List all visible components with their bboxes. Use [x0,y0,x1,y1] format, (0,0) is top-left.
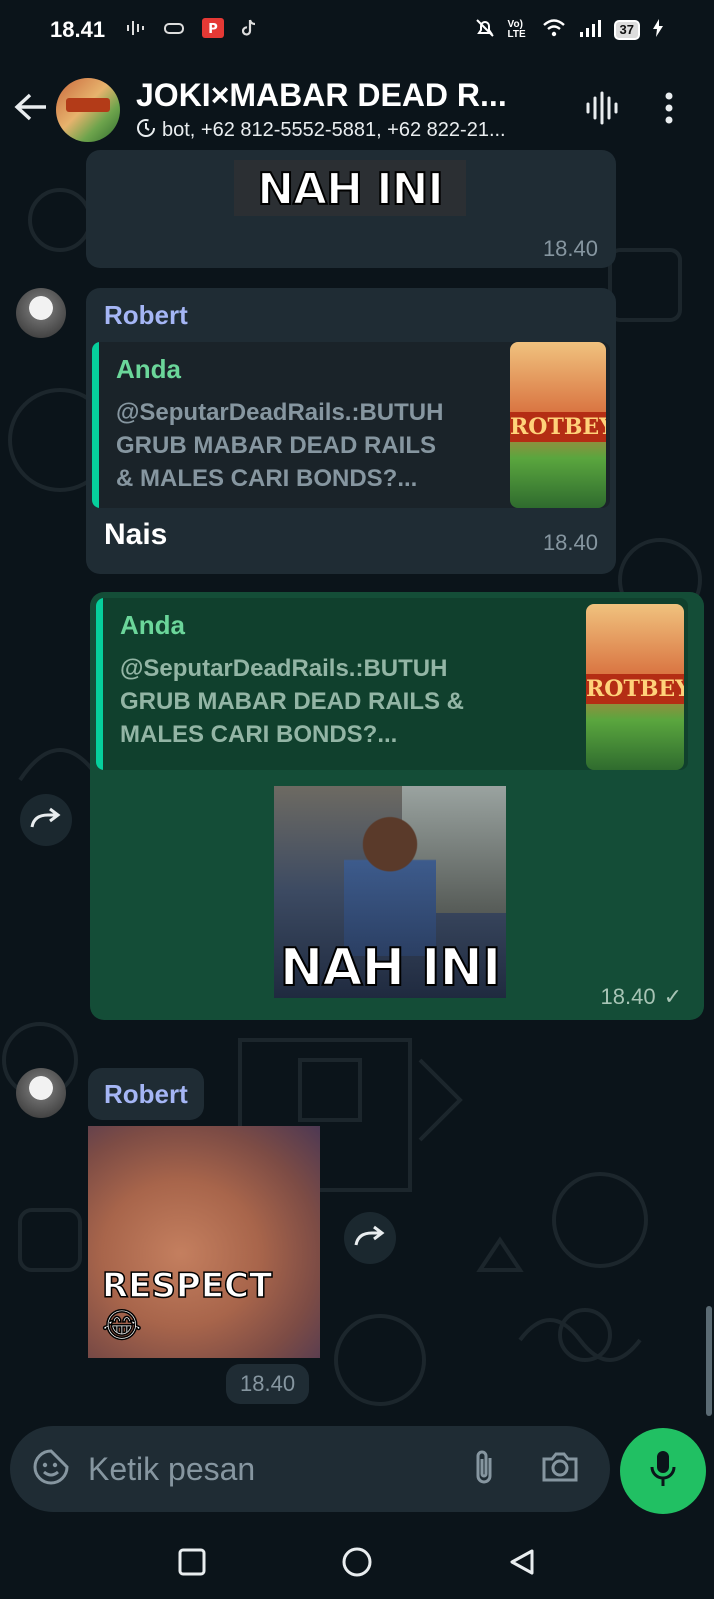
sticker-image[interactable]: RESPECT 😂 [88,1126,320,1358]
message-bubble-incoming[interactable]: NAH INI 18.40 [86,150,616,268]
quoted-message[interactable]: Anda @SeputarDeadRails.:BUTUH GRUB MABAR… [96,598,688,770]
voice-chat-icon[interactable] [584,90,620,131]
quoted-text-line: @SeputarDeadRails.:BUTUH [116,399,444,426]
sender-name: Robert [104,1078,188,1109]
message-time: 18.40 [542,530,598,555]
home-icon[interactable] [340,1545,374,1584]
audio-wave-icon [125,18,147,43]
quoted-text-line: MALES CARI BONDS?... [120,721,398,748]
more-options-icon[interactable] [664,92,674,129]
message-input[interactable] [88,1450,418,1488]
sticker-emoji-icon[interactable] [32,1448,70,1491]
camera-icon[interactable] [540,1450,580,1489]
message-bubble-incoming[interactable]: Robert Anda @SeputarDeadRails.:BUTUH GRU… [86,288,616,574]
thumbnail-title: ROTBEY [586,674,684,704]
svg-text:P: P [208,22,218,37]
chat-title: JOKI×MABAR DEAD R... [136,76,507,113]
quoted-message[interactable]: Anda @SeputarDeadRails.:BUTUH GRUB MABAR… [92,342,610,508]
volte-icon: Vo) LTE [507,19,526,40]
disappearing-timer-icon [136,118,156,144]
quoted-thumbnail: ROTBEY [510,342,606,508]
microphone-icon [648,1449,678,1494]
quoted-thumbnail: ROTBEY [586,604,684,770]
message-text: Nais [104,518,168,551]
charging-icon [652,18,664,43]
sender-name: Robert [104,300,188,330]
message-time: 18.40 [240,1371,296,1396]
chat-participants: bot, +62 812-5552-5881, +62 822-21... [162,119,506,141]
sender-avatar[interactable] [16,288,66,338]
app-notification-icon: P [201,17,225,44]
sender-name-pill: Robert [88,1068,204,1120]
signal-icon [578,18,602,43]
message-time-pill: 18.40 [226,1364,310,1404]
recent-apps-icon[interactable] [177,1547,207,1582]
message-composer [10,1426,610,1512]
wifi-icon [542,18,566,43]
quoted-sender: Anda [120,610,185,640]
battery-indicator: 37 [613,20,640,40]
message-time: 18.40 [600,984,656,1009]
sticker-caption: NAH INI [256,163,445,216]
quoted-text-line: & MALES CARI BONDS?... [116,465,418,492]
message-bubble-outgoing[interactable]: Anda @SeputarDeadRails.:BUTUH GRUB MABAR… [90,592,704,1020]
thumbnail-title: ROTBEY [510,412,606,442]
status-time: 18.41 [50,17,106,42]
forward-button[interactable] [344,1212,396,1264]
message-time: 18.40 [542,236,598,261]
voice-record-button[interactable] [620,1428,706,1514]
chat-header: JOKI×MABAR DEAD R... bot, +62 812-5552-5… [0,60,714,160]
gamepad-icon [163,20,185,41]
scrollbar-thumb[interactable] [706,1306,712,1416]
sticker-image[interactable]: NAH INI [234,160,466,216]
sticker-image[interactable]: NAH INI [274,786,506,998]
group-avatar[interactable] [56,78,120,142]
tiktok-icon [241,18,257,43]
quoted-text-line: GRUB MABAR DEAD RAILS & [120,688,464,715]
status-bar: 18.41 P Vo) LTE 37 [0,0,714,60]
sticker-caption: NAH INI [279,937,503,998]
quoted-sender: Anda [116,354,181,384]
system-navigation-bar [0,1530,714,1599]
chat-info[interactable]: JOKI×MABAR DEAD R... bot, +62 812-5552-5… [136,77,556,144]
back-arrow-icon[interactable] [14,89,50,131]
mute-bell-icon [474,17,496,44]
forward-button[interactable] [20,794,72,846]
forward-icon [353,1223,387,1254]
sent-check-icon: ✓ [663,984,682,1009]
sender-avatar[interactable] [16,1068,66,1118]
sticker-caption: RESPECT 😂 [101,1265,273,1347]
quoted-text-line: @SeputarDeadRails.:BUTUH [120,655,448,682]
attach-icon[interactable] [472,1448,496,1491]
back-triangle-icon[interactable] [507,1547,537,1582]
quoted-text-line: GRUB MABAR DEAD RAILS [116,432,436,459]
forward-icon [29,805,63,836]
